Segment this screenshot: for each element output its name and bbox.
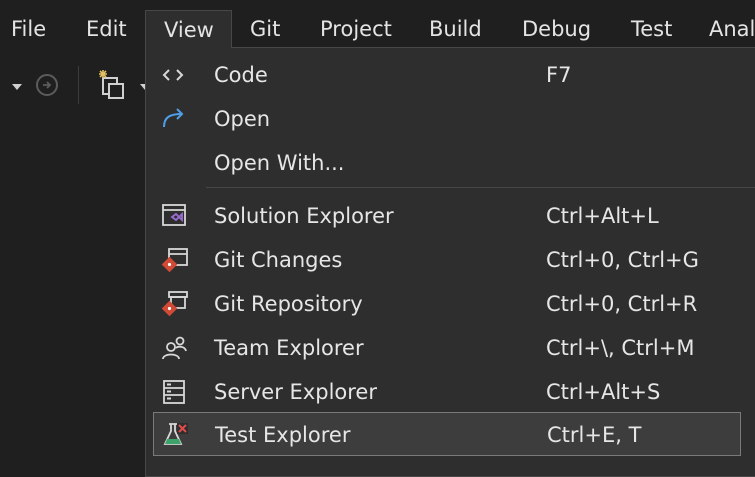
- menu-item-open[interactable]: Open: [146, 97, 755, 141]
- menu-item-label: Git Repository: [214, 292, 363, 316]
- menu-edit[interactable]: Edit: [77, 10, 136, 48]
- menu-test[interactable]: Test: [622, 10, 681, 48]
- solution-explorer-icon: [160, 202, 190, 230]
- menu-item-label: Test Explorer: [215, 423, 351, 447]
- menu-item-open-with[interactable]: Open With...: [146, 141, 755, 185]
- menu-item-shortcut: Ctrl+\, Ctrl+M: [546, 336, 695, 360]
- test-explorer-icon: [161, 421, 191, 449]
- new-project-icon[interactable]: [95, 68, 129, 102]
- git-changes-icon: [160, 246, 190, 274]
- menu-build[interactable]: Build: [420, 10, 491, 48]
- menu-item-label: Open: [214, 107, 271, 131]
- code-icon: [160, 61, 190, 89]
- menu-item-code[interactable]: Code F7: [146, 53, 755, 97]
- menu-project[interactable]: Project: [311, 10, 401, 48]
- menu-item-server-explorer[interactable]: Server Explorer Ctrl+Alt+S: [146, 370, 755, 414]
- menu-divider: [206, 187, 755, 188]
- menu-git[interactable]: Git: [241, 10, 289, 48]
- toolbar-dropdown-arrow[interactable]: [12, 84, 22, 90]
- menu-item-shortcut: Ctrl+E, T: [547, 423, 642, 447]
- navigate-forward-icon[interactable]: [36, 74, 58, 96]
- menu-item-shortcut: Ctrl+0, Ctrl+G: [546, 248, 699, 272]
- git-repository-icon: [160, 290, 190, 318]
- menu-item-label: Code: [214, 63, 268, 87]
- menu-item-git-repository[interactable]: Git Repository Ctrl+0, Ctrl+R: [146, 282, 755, 326]
- menu-item-shortcut: F7: [546, 63, 572, 87]
- menu-item-shortcut: Ctrl+0, Ctrl+R: [546, 292, 698, 316]
- menu-item-label: Team Explorer: [214, 336, 364, 360]
- menu-view[interactable]: View: [145, 10, 232, 48]
- menu-file[interactable]: File: [2, 10, 55, 48]
- server-explorer-icon: [160, 378, 190, 406]
- menu-item-label: Solution Explorer: [214, 204, 394, 228]
- menu-debug[interactable]: Debug: [513, 10, 600, 48]
- view-menu-dropdown: Code F7 Open Open With... Solution Explo…: [145, 47, 755, 477]
- menu-item-shortcut: Ctrl+Alt+L: [546, 204, 659, 228]
- menu-item-shortcut: Ctrl+Alt+S: [546, 380, 661, 404]
- open-icon: [160, 105, 190, 133]
- menu-item-label: Open With...: [214, 151, 345, 175]
- toolbar-separator: [78, 66, 79, 104]
- team-explorer-icon: [160, 334, 190, 362]
- menu-analyze[interactable]: Anal: [700, 10, 755, 48]
- menu-item-solution-explorer[interactable]: Solution Explorer Ctrl+Alt+L: [146, 194, 755, 238]
- menu-item-test-explorer[interactable]: Test Explorer Ctrl+E, T: [153, 412, 741, 456]
- menu-item-team-explorer[interactable]: Team Explorer Ctrl+\, Ctrl+M: [146, 326, 755, 370]
- menu-item-label: Server Explorer: [214, 380, 377, 404]
- menu-item-git-changes[interactable]: Git Changes Ctrl+0, Ctrl+G: [146, 238, 755, 282]
- menu-item-label: Git Changes: [214, 248, 343, 272]
